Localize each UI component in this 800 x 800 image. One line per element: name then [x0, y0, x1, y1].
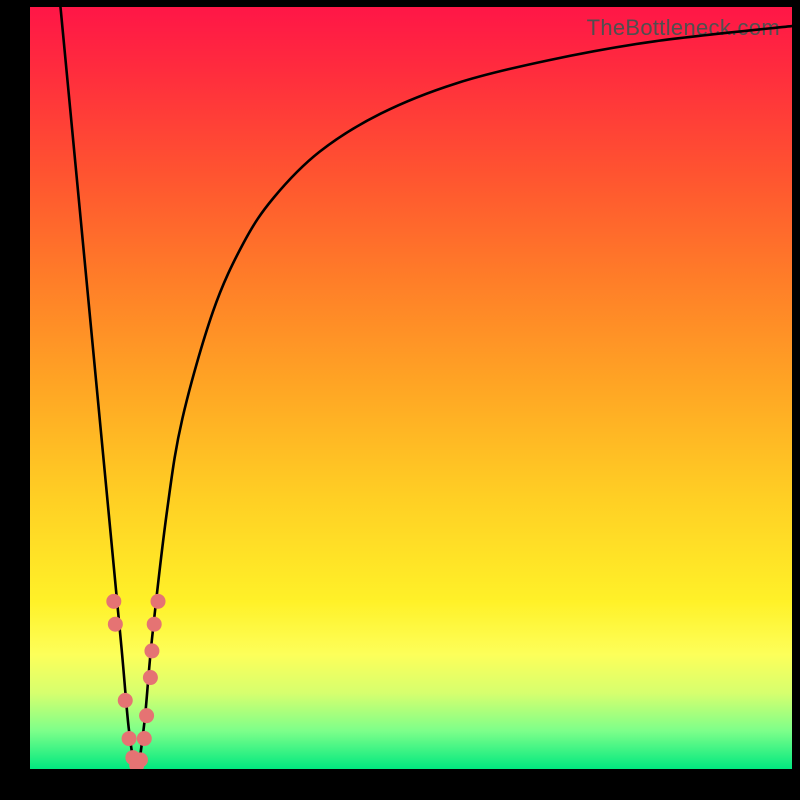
- data-marker: [147, 617, 162, 632]
- bottleneck-curve: [60, 7, 792, 769]
- data-marker: [151, 594, 166, 609]
- data-marker: [118, 693, 133, 708]
- plot-area: TheBottleneck.com: [30, 7, 792, 769]
- data-marker: [144, 643, 159, 658]
- data-marker: [143, 670, 158, 685]
- data-marker: [133, 752, 148, 767]
- data-markers: [106, 594, 165, 769]
- chart-frame: TheBottleneck.com: [0, 0, 800, 800]
- data-marker: [139, 708, 154, 723]
- data-marker: [122, 731, 137, 746]
- data-marker: [106, 594, 121, 609]
- data-marker: [137, 731, 152, 746]
- bottleneck-curve-svg: [30, 7, 792, 769]
- data-marker: [108, 617, 123, 632]
